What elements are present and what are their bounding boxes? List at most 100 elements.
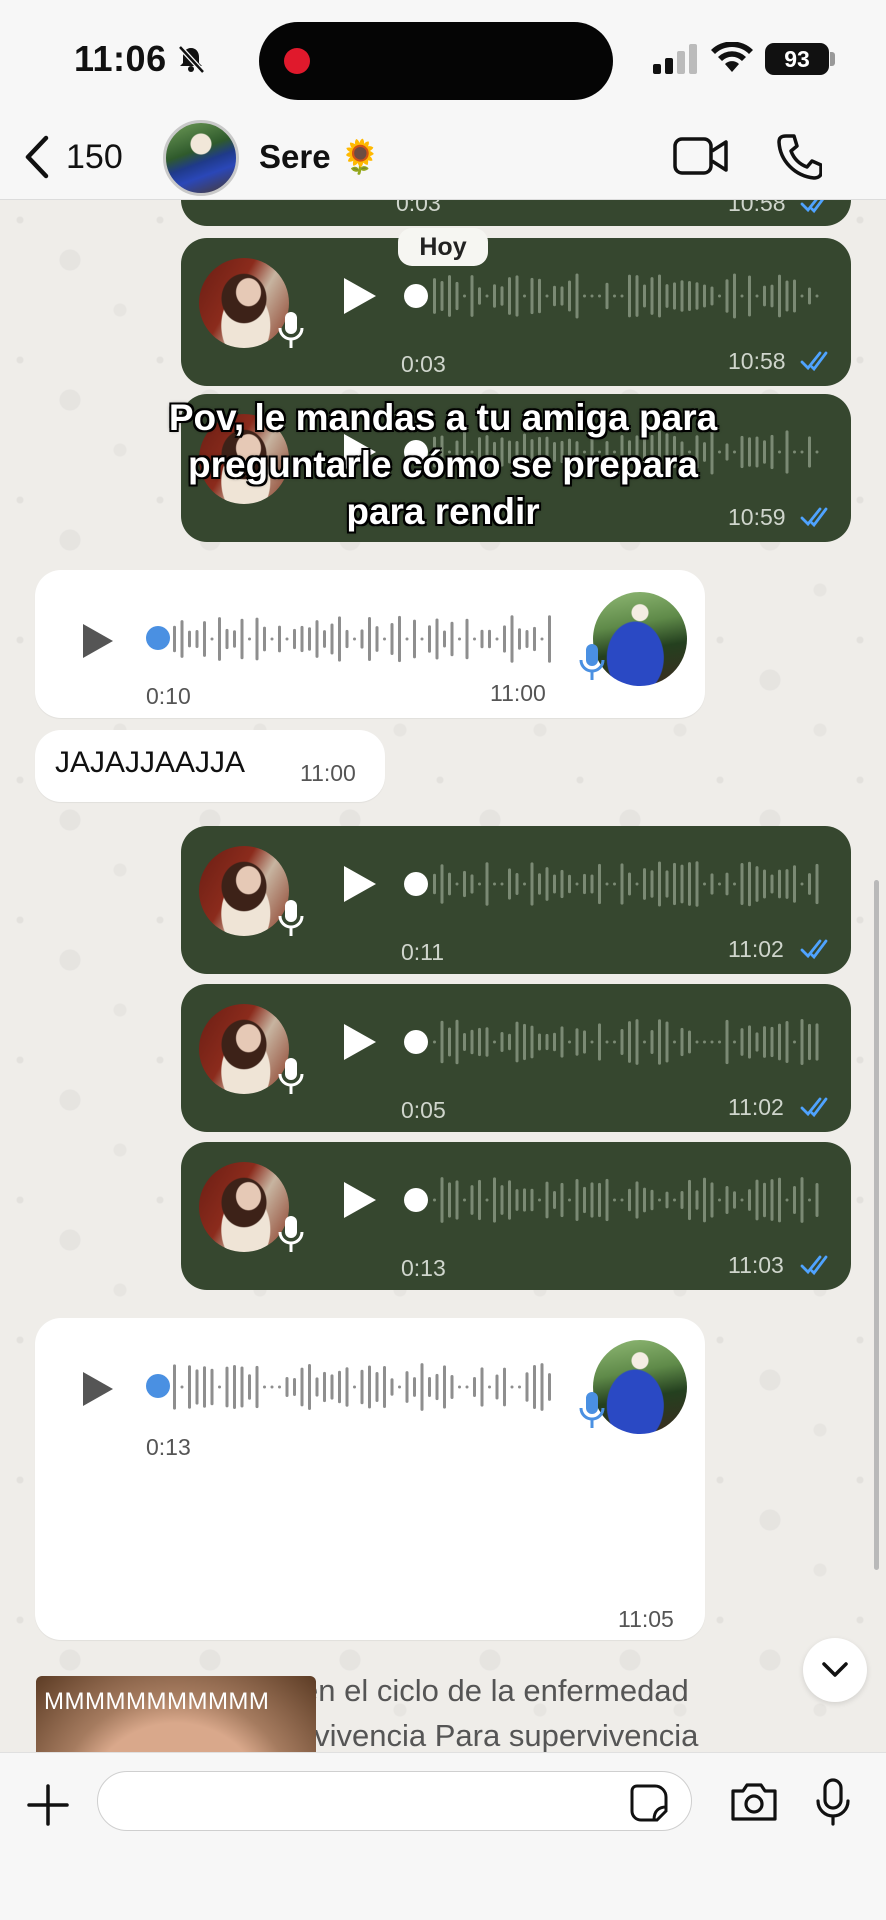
waveform-bar [428, 1376, 431, 1398]
waveform-bar [448, 1027, 451, 1057]
voice-duration: 0:03 [401, 351, 446, 377]
waveform-bar [620, 863, 624, 905]
voice-message-out[interactable]: 0:11 11:02 [181, 826, 851, 974]
waveform-bar [375, 626, 379, 652]
message-input[interactable] [97, 1771, 692, 1831]
waveform-bar [763, 1026, 766, 1058]
waveform-bar [650, 1189, 654, 1211]
contact-avatar[interactable] [163, 120, 239, 196]
waveform [433, 273, 819, 319]
playback-scrubber[interactable] [404, 1188, 428, 1212]
waveform-bar [725, 872, 729, 896]
microphone-icon [579, 1392, 605, 1428]
play-icon[interactable] [342, 864, 378, 904]
voice-message-out[interactable]: 0:03 10:58 [181, 238, 851, 386]
voice-message-in[interactable]: 0:13 11:05 [35, 1318, 705, 1640]
contact-name[interactable]: Sere 🌻 [259, 138, 381, 177]
sticker-icon[interactable] [629, 1783, 669, 1823]
waveform-bar [405, 1371, 409, 1403]
waveform-bar [478, 882, 481, 886]
play-icon[interactable] [342, 276, 378, 316]
waveform-bar [433, 873, 436, 895]
waveform-bar [553, 874, 556, 894]
waveform-bar [285, 637, 289, 641]
cellular-signal-icon [653, 44, 697, 74]
microphone-icon[interactable] [815, 1777, 851, 1827]
waveform-bar [643, 1040, 646, 1044]
plus-icon[interactable] [26, 1783, 70, 1827]
video-call-icon[interactable] [672, 134, 730, 178]
waveform-bar [195, 1369, 199, 1405]
waveform-bar [530, 277, 534, 315]
waveform-bar [800, 882, 804, 886]
waveform-bar [525, 1372, 529, 1402]
waveform-bar [583, 1030, 586, 1054]
microphone-icon [278, 900, 304, 936]
scroll-to-bottom-button[interactable] [803, 1638, 867, 1702]
waveform-bar [703, 1177, 706, 1223]
waveform-bar [680, 1190, 684, 1210]
waveform-bar [515, 873, 519, 895]
voice-message-in[interactable]: 0:10 11:00 [35, 570, 705, 718]
waveform-bar [218, 617, 221, 661]
waveform-bar [538, 873, 541, 895]
waveform-bar [508, 1180, 511, 1220]
play-icon[interactable] [342, 1180, 378, 1220]
waveform-bar [763, 285, 766, 307]
dynamic-island [259, 22, 613, 100]
play-icon[interactable] [81, 1370, 115, 1408]
text-message-in[interactable]: JAJAJJAAJJA 11:00 [35, 730, 385, 802]
waveform-bar [763, 1182, 766, 1218]
message-time: 11:02 [728, 1094, 784, 1120]
play-icon[interactable] [342, 1022, 378, 1062]
battery-cap [830, 52, 835, 66]
waveform-bar [658, 861, 661, 907]
waveform-bar [740, 435, 744, 469]
waveform-bar [643, 868, 646, 900]
playback-scrubber[interactable] [146, 626, 170, 650]
waveform-bar [515, 1021, 519, 1063]
waveform-bar [345, 629, 349, 649]
scrollbar[interactable] [874, 880, 879, 1570]
waveform-bar [533, 1365, 536, 1409]
waveform-bar [308, 1364, 311, 1410]
sender-avatar [199, 1162, 289, 1252]
play-icon[interactable] [81, 622, 115, 660]
waveform-bar [308, 627, 311, 651]
waveform-bar [210, 1368, 214, 1406]
bell-slash-icon [178, 45, 205, 74]
waveform-bar [725, 1019, 729, 1065]
waveform-bar [553, 285, 556, 307]
waveform-bar [748, 275, 751, 317]
waveform-bar [515, 1189, 519, 1211]
voice-message-out[interactable]: 0:13 11:03 [181, 1142, 851, 1290]
waveform-bar [485, 1198, 489, 1202]
playback-scrubber[interactable] [404, 1030, 428, 1054]
waveform-bar [755, 294, 759, 298]
waveform-bar [485, 1027, 489, 1057]
read-ticks-icon [800, 939, 828, 960]
waveform-bar [688, 281, 691, 311]
waveform-bar [390, 622, 394, 656]
playback-scrubber[interactable] [404, 872, 428, 896]
back-button[interactable]: 150 [22, 134, 123, 180]
waveform-bar [465, 618, 469, 660]
waveform-bar [560, 1026, 564, 1058]
waveform-bar [503, 625, 506, 653]
waveform-bar [458, 1385, 461, 1389]
camera-icon[interactable] [729, 1781, 779, 1823]
waveform-bar [695, 282, 699, 310]
playback-scrubber[interactable] [404, 284, 428, 308]
waveform-bar [560, 869, 564, 899]
waveform-bar [455, 882, 459, 886]
voice-message-out[interactable]: 0:05 11:02 [181, 984, 851, 1132]
voice-message-out[interactable]: 0:03 10:58 [181, 200, 851, 226]
waveform-bar [613, 294, 616, 298]
playback-scrubber[interactable] [146, 1374, 170, 1398]
waveform-bar [613, 1040, 616, 1044]
phone-icon[interactable] [776, 132, 822, 180]
waveform [433, 1177, 819, 1223]
waveform-bar [733, 1040, 736, 1044]
waveform-bar [300, 1367, 304, 1407]
waveform-bar [680, 1027, 684, 1057]
